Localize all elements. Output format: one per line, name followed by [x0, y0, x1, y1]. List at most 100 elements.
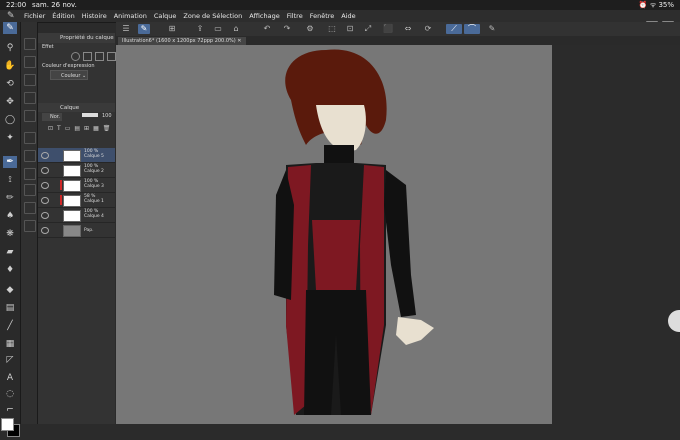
subtool-icon-2[interactable] [24, 56, 36, 68]
brush2-icon[interactable]: ♠ [3, 210, 17, 222]
deselect-icon[interactable]: ⬚ [326, 24, 338, 34]
layer-row[interactable]: 100 % Calque 2 [38, 163, 115, 178]
flip-icon[interactable]: ⇔ [402, 24, 414, 34]
blend-icon[interactable]: ♦ [3, 264, 17, 276]
lock-icon[interactable]: ⊡ [48, 125, 53, 132]
curve-icon[interactable]: ⌒ [464, 24, 480, 34]
quick-access-icon[interactable]: ✎ [138, 24, 150, 34]
save-icon[interactable]: ▭ [212, 24, 224, 34]
layer-header: Calque [38, 103, 115, 112]
layer-text: Pap. [84, 228, 94, 233]
subtool-icon-5[interactable] [24, 110, 36, 122]
new-layer-icon[interactable]: ⊞ [84, 125, 89, 132]
color-swatches[interactable] [1, 418, 20, 440]
redo-icon[interactable]: ↷ [281, 24, 293, 34]
layer-row[interactable]: 58 % Calque 1 [38, 193, 115, 208]
menu-fenetre[interactable]: Fenêtre [310, 12, 335, 20]
subtool-icon-10[interactable] [24, 202, 36, 214]
layer-row[interactable]: 100 % Calque 3 [38, 178, 115, 193]
property-title: Propriété du calque [60, 35, 114, 41]
layer-text: 100 % Calque 2 [84, 164, 104, 174]
fill-icon[interactable]: ◆ [3, 284, 17, 296]
expression-value: Couleur [61, 73, 81, 79]
layer-row[interactable]: Pap. [38, 223, 115, 238]
correct-icon[interactable]: ⌐ [3, 404, 17, 415]
transform-icon[interactable]: ⤢ [362, 24, 374, 34]
menu-aide[interactable]: Aide [341, 12, 355, 20]
effect-extra-icon[interactable] [107, 52, 116, 61]
layer-name: Calque 3 [84, 184, 104, 189]
ruler-icon[interactable]: ◸ [3, 354, 17, 366]
trash-icon[interactable]: 🗑 [103, 125, 111, 132]
menu-histoire[interactable]: Histoire [82, 12, 107, 20]
ref-icon[interactable]: T [57, 125, 61, 132]
brush-icon[interactable]: ✎ [3, 22, 17, 34]
export-icon[interactable]: ⇪ [194, 24, 206, 34]
eraser-icon[interactable]: ▰ [3, 246, 17, 258]
menu-affichage[interactable]: Affichage [249, 12, 280, 20]
subtool-icon-1[interactable] [24, 38, 36, 50]
move-icon[interactable]: ✥ [3, 96, 17, 108]
app-logo-icon[interactable]: ✎ [7, 11, 17, 21]
frame-icon[interactable]: ▦ [3, 338, 17, 350]
menu-selection[interactable]: Zone de Sélection [183, 12, 242, 20]
settings-icon[interactable]: ⚙ [304, 24, 316, 34]
subtool-icon-11[interactable] [24, 220, 36, 232]
effect-tone-icon[interactable] [83, 52, 92, 61]
clip-icon[interactable]: ⌂ [230, 24, 242, 34]
canvas[interactable] [116, 45, 552, 424]
undo-icon[interactable]: ↶ [261, 24, 273, 34]
pen-icon[interactable]: ✒ [3, 156, 17, 168]
effect-border-icon[interactable] [71, 52, 80, 61]
brush-settings-icon[interactable]: ✎ [486, 24, 498, 34]
subtool-icon-3[interactable] [24, 74, 36, 86]
eyedropper-icon[interactable]: ⟟ [3, 174, 17, 186]
subtool-icon-7[interactable] [24, 150, 36, 162]
eye-icon[interactable] [41, 197, 49, 204]
eye-icon[interactable] [41, 212, 49, 219]
eye-icon[interactable] [41, 182, 49, 189]
subtool-icon-4[interactable] [24, 92, 36, 104]
pencil-icon[interactable]: ✏ [3, 192, 17, 204]
mask-icon[interactable]: ▤ [74, 125, 80, 132]
expression-select[interactable]: Couleur ⌄ [50, 70, 88, 80]
decoration-icon[interactable]: ❋ [3, 228, 17, 240]
subtool-icon-8[interactable] [24, 168, 36, 180]
layer-thumbnail [63, 180, 81, 192]
rotate-icon[interactable]: ⟳ [422, 24, 434, 34]
balloon-icon[interactable]: ◌ [3, 388, 17, 400]
menu-filtre[interactable]: Filtre [287, 12, 303, 20]
layer-text: 100 % Calque 5 [84, 149, 104, 159]
layer-row[interactable]: 100 % Calque 5 [38, 148, 115, 163]
effect-color-icon[interactable] [95, 52, 104, 61]
gradient-icon[interactable]: ▤ [3, 302, 17, 314]
text-icon[interactable]: A [3, 372, 17, 384]
stroke-icon[interactable]: ⟋ [446, 24, 462, 34]
eye-icon[interactable] [41, 227, 49, 234]
eye-icon[interactable] [41, 167, 49, 174]
clip-icon[interactable]: ▭ [65, 125, 71, 132]
lasso-icon[interactable]: ◯ [3, 114, 17, 126]
layer-row[interactable]: 100 % Calque 4 [38, 208, 115, 223]
menu-fichier[interactable]: Fichier [24, 12, 45, 20]
grid-icon[interactable]: ⊞ [166, 24, 178, 34]
figure-icon[interactable]: ╱ [3, 320, 17, 332]
select-icon[interactable]: ⊡ [344, 24, 356, 34]
eye-icon[interactable] [41, 152, 49, 159]
subtool-icon-6[interactable] [24, 132, 36, 144]
search-icon[interactable]: ⚲ [3, 42, 17, 54]
fill-icon[interactable]: ⬛ [382, 24, 394, 34]
wand-icon[interactable]: ✦ [3, 132, 17, 144]
menu-edition[interactable]: Édition [52, 12, 75, 20]
opacity-slider[interactable] [82, 113, 98, 117]
menu-animation[interactable]: Animation [114, 12, 147, 20]
menu-icon[interactable]: ☰ [120, 24, 132, 34]
blend-mode-select[interactable]: Nor. [42, 113, 62, 121]
main-color[interactable] [1, 418, 14, 431]
menu-calque[interactable]: Calque [154, 12, 177, 20]
hand-icon[interactable]: ✋ [3, 60, 17, 72]
subtool-icon-9[interactable] [24, 184, 36, 196]
document-tab[interactable]: Illustration6* (1600 x 1200px 72ppp 200.… [118, 37, 246, 45]
rotate-icon[interactable]: ⟲ [3, 78, 17, 90]
folder-icon[interactable]: ▦ [93, 125, 99, 132]
